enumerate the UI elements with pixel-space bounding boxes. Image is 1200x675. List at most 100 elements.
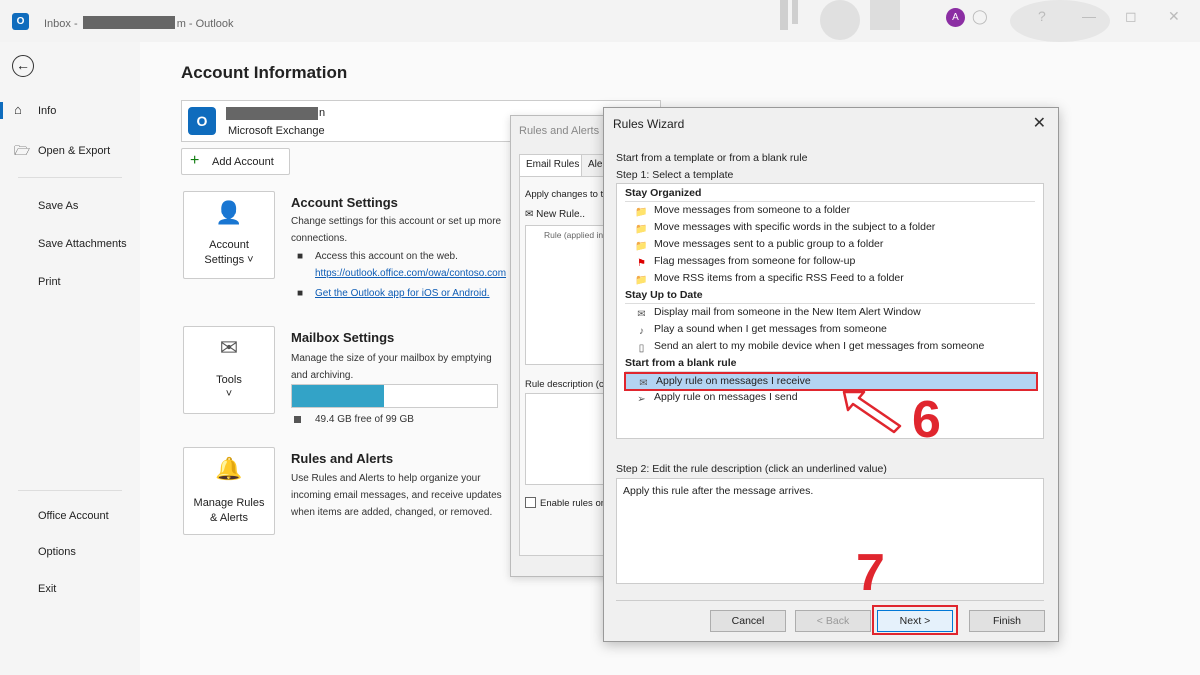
move-to-folder-icon: 📁: [635, 241, 648, 252]
rules-alerts-title: Rules and Alerts: [291, 451, 394, 466]
move-to-folder-icon: 📁: [635, 207, 648, 218]
restore-icon[interactable]: ◻: [1125, 8, 1137, 25]
decor-circle: [820, 0, 860, 40]
account-settings-label: Account Settings ˅: [204, 239, 254, 266]
mailbox-tools-button[interactable]: ✉ Tools ˅: [183, 326, 275, 414]
title-bar: O Inbox - m - Outlook A ◯ ? — ◻ ✕: [0, 0, 1200, 42]
user-gear-icon: 👤: [215, 200, 243, 225]
access-web-text: Access this account on the web.: [315, 251, 458, 262]
template-item[interactable]: 📁 Move messages from someone to a folder: [635, 204, 850, 220]
red-flag-icon: ⚑: [637, 258, 646, 269]
rules-wizard-dialog: Rules Wizard ✕ Start from a template or …: [603, 107, 1059, 642]
rule-description-box: Apply this rule after the message arrive…: [616, 478, 1044, 584]
owa-link[interactable]: https://outlook.office.com/owa/contoso.c…: [315, 268, 506, 279]
decor-bar: [870, 0, 900, 30]
template-item[interactable]: ⚑ Flag messages from someone for follow-u…: [635, 255, 855, 271]
redacted-account-name: [226, 107, 318, 120]
divider: [625, 303, 1035, 304]
group-stay-up-to-date: Stay Up to Date: [625, 289, 703, 301]
template-item[interactable]: 📁 Move messages sent to a public group to…: [635, 238, 883, 254]
cancel-button[interactable]: Cancel: [710, 610, 786, 632]
step-7-label: 7: [856, 544, 885, 602]
user-avatar[interactable]: A: [946, 8, 965, 27]
divider: [616, 600, 1044, 601]
sidebar-item-exit[interactable]: Exit: [38, 583, 56, 595]
rules-dialog-title: Rules and Alerts: [519, 125, 600, 137]
mailbox-icon: ✉: [219, 335, 239, 360]
person-icon[interactable]: ◯: [972, 8, 988, 25]
alert-window-icon: ✉: [637, 309, 646, 320]
decor-bar: [792, 0, 798, 24]
active-indicator: [0, 102, 3, 119]
template-item[interactable]: ▯ Send an alert to my mobile device when …: [635, 340, 985, 356]
group-stay-organized: Stay Organized: [625, 187, 702, 199]
wizard-intro: Start from a template or from a blank ru…: [616, 152, 808, 164]
template-item[interactable]: ➢ Apply rule on messages I send: [635, 391, 797, 407]
pointer-arrow-icon: [842, 390, 902, 434]
folder-open-icon: 🗁: [14, 143, 31, 158]
mailbox-free-text: 49.4 GB free of 99 GB: [315, 414, 414, 425]
new-rule-button[interactable]: ✉ New Rule..: [525, 209, 585, 220]
mailbox-settings-desc: Manage the size of your mailbox by empty…: [291, 353, 492, 381]
page-title: Account Information: [181, 63, 348, 82]
bullet-dot: ■: [297, 251, 304, 262]
move-to-folder-icon: 📁: [635, 224, 648, 235]
outlook-account-icon: O: [188, 107, 216, 135]
template-item[interactable]: ✉ Display mail from someone in the New It…: [635, 306, 920, 322]
template-item-selected[interactable]: ✉ Apply rule on messages I receive: [624, 372, 1038, 391]
sidebar-item-save-attachments[interactable]: Save Attachments: [38, 238, 127, 250]
sidebar-item-info[interactable]: Info: [38, 105, 56, 117]
mailbox-usage-fill: [292, 385, 385, 407]
rss-folder-icon: 📁: [635, 275, 648, 286]
sidebar-item-print[interactable]: Print: [38, 276, 61, 288]
account-settings-button[interactable]: 👤 Account Settings ˅: [183, 191, 275, 279]
account-settings-desc: Change settings for this account or set …: [291, 216, 502, 244]
sidebar-item-save-as[interactable]: Save As: [38, 200, 78, 212]
sidebar-item-open-export[interactable]: Open & Export: [38, 145, 110, 157]
checkbox-icon: [525, 497, 536, 508]
redacted-email: [82, 16, 175, 29]
bullet-dot: ■: [297, 288, 304, 299]
back-arrow-icon[interactable]: ←: [12, 55, 34, 77]
bell-gear-icon: 🔔: [215, 456, 243, 481]
tools-label: Tools: [216, 374, 242, 386]
mobile-app-link[interactable]: Get the Outlook app for iOS or Android.: [315, 288, 490, 299]
account-settings-title: Account Settings: [291, 195, 398, 210]
manage-rules-alerts-button[interactable]: 🔔 Manage Rules & Alerts: [183, 447, 275, 535]
plus-icon: +: [190, 152, 200, 169]
tab-email-rules[interactable]: Email Rules: [519, 154, 587, 176]
template-item[interactable]: 📁 Move RSS items from a specific RSS Feed…: [635, 272, 904, 288]
add-account-button[interactable]: + Add Account: [181, 148, 290, 175]
enable-rules-checkbox[interactable]: Enable rules on: [525, 497, 606, 509]
close-icon[interactable]: ✕: [1033, 113, 1046, 133]
back-button[interactable]: < Back: [795, 610, 871, 632]
mobile-device-icon: ▯: [638, 343, 645, 354]
sound-icon: ♪: [639, 326, 644, 337]
rule-column-header: Rule (applied in t: [544, 230, 608, 240]
finish-button[interactable]: Finish: [969, 610, 1045, 632]
template-item[interactable]: ♪ Play a sound when I get messages from s…: [635, 323, 887, 339]
sidebar-item-office-account[interactable]: Office Account: [38, 510, 109, 522]
account-name: n: [319, 107, 326, 119]
send-icon: ➢: [637, 394, 646, 405]
mailbox-usage-bar: [291, 384, 498, 408]
divider: [18, 490, 122, 491]
backstage-sidebar: ← ⌂ Info 🗁 Open & Export Save As Save At…: [0, 42, 140, 675]
home-icon: ⌂: [14, 102, 22, 117]
chevron-down-icon: ˅: [225, 388, 233, 400]
help-icon[interactable]: ?: [1038, 8, 1046, 24]
minimize-icon[interactable]: —: [1082, 8, 1096, 24]
outlook-logo-icon: O: [12, 13, 29, 30]
step-6-label: 6: [912, 391, 941, 449]
envelope-icon: ✉: [639, 378, 648, 389]
rule-description-label: Rule description (cli: [525, 379, 608, 390]
divider: [18, 177, 122, 178]
wizard-title: Rules Wizard: [613, 117, 685, 131]
divider: [625, 201, 1035, 202]
template-item[interactable]: 📁 Move messages with specific words in th…: [635, 221, 935, 237]
decor-bar: [780, 0, 788, 30]
close-icon[interactable]: ✕: [1168, 8, 1180, 25]
sidebar-item-options[interactable]: Options: [38, 546, 76, 558]
account-type: Microsoft Exchange: [228, 125, 325, 137]
rules-alerts-desc: Use Rules and Alerts to help organize yo…: [291, 473, 502, 518]
